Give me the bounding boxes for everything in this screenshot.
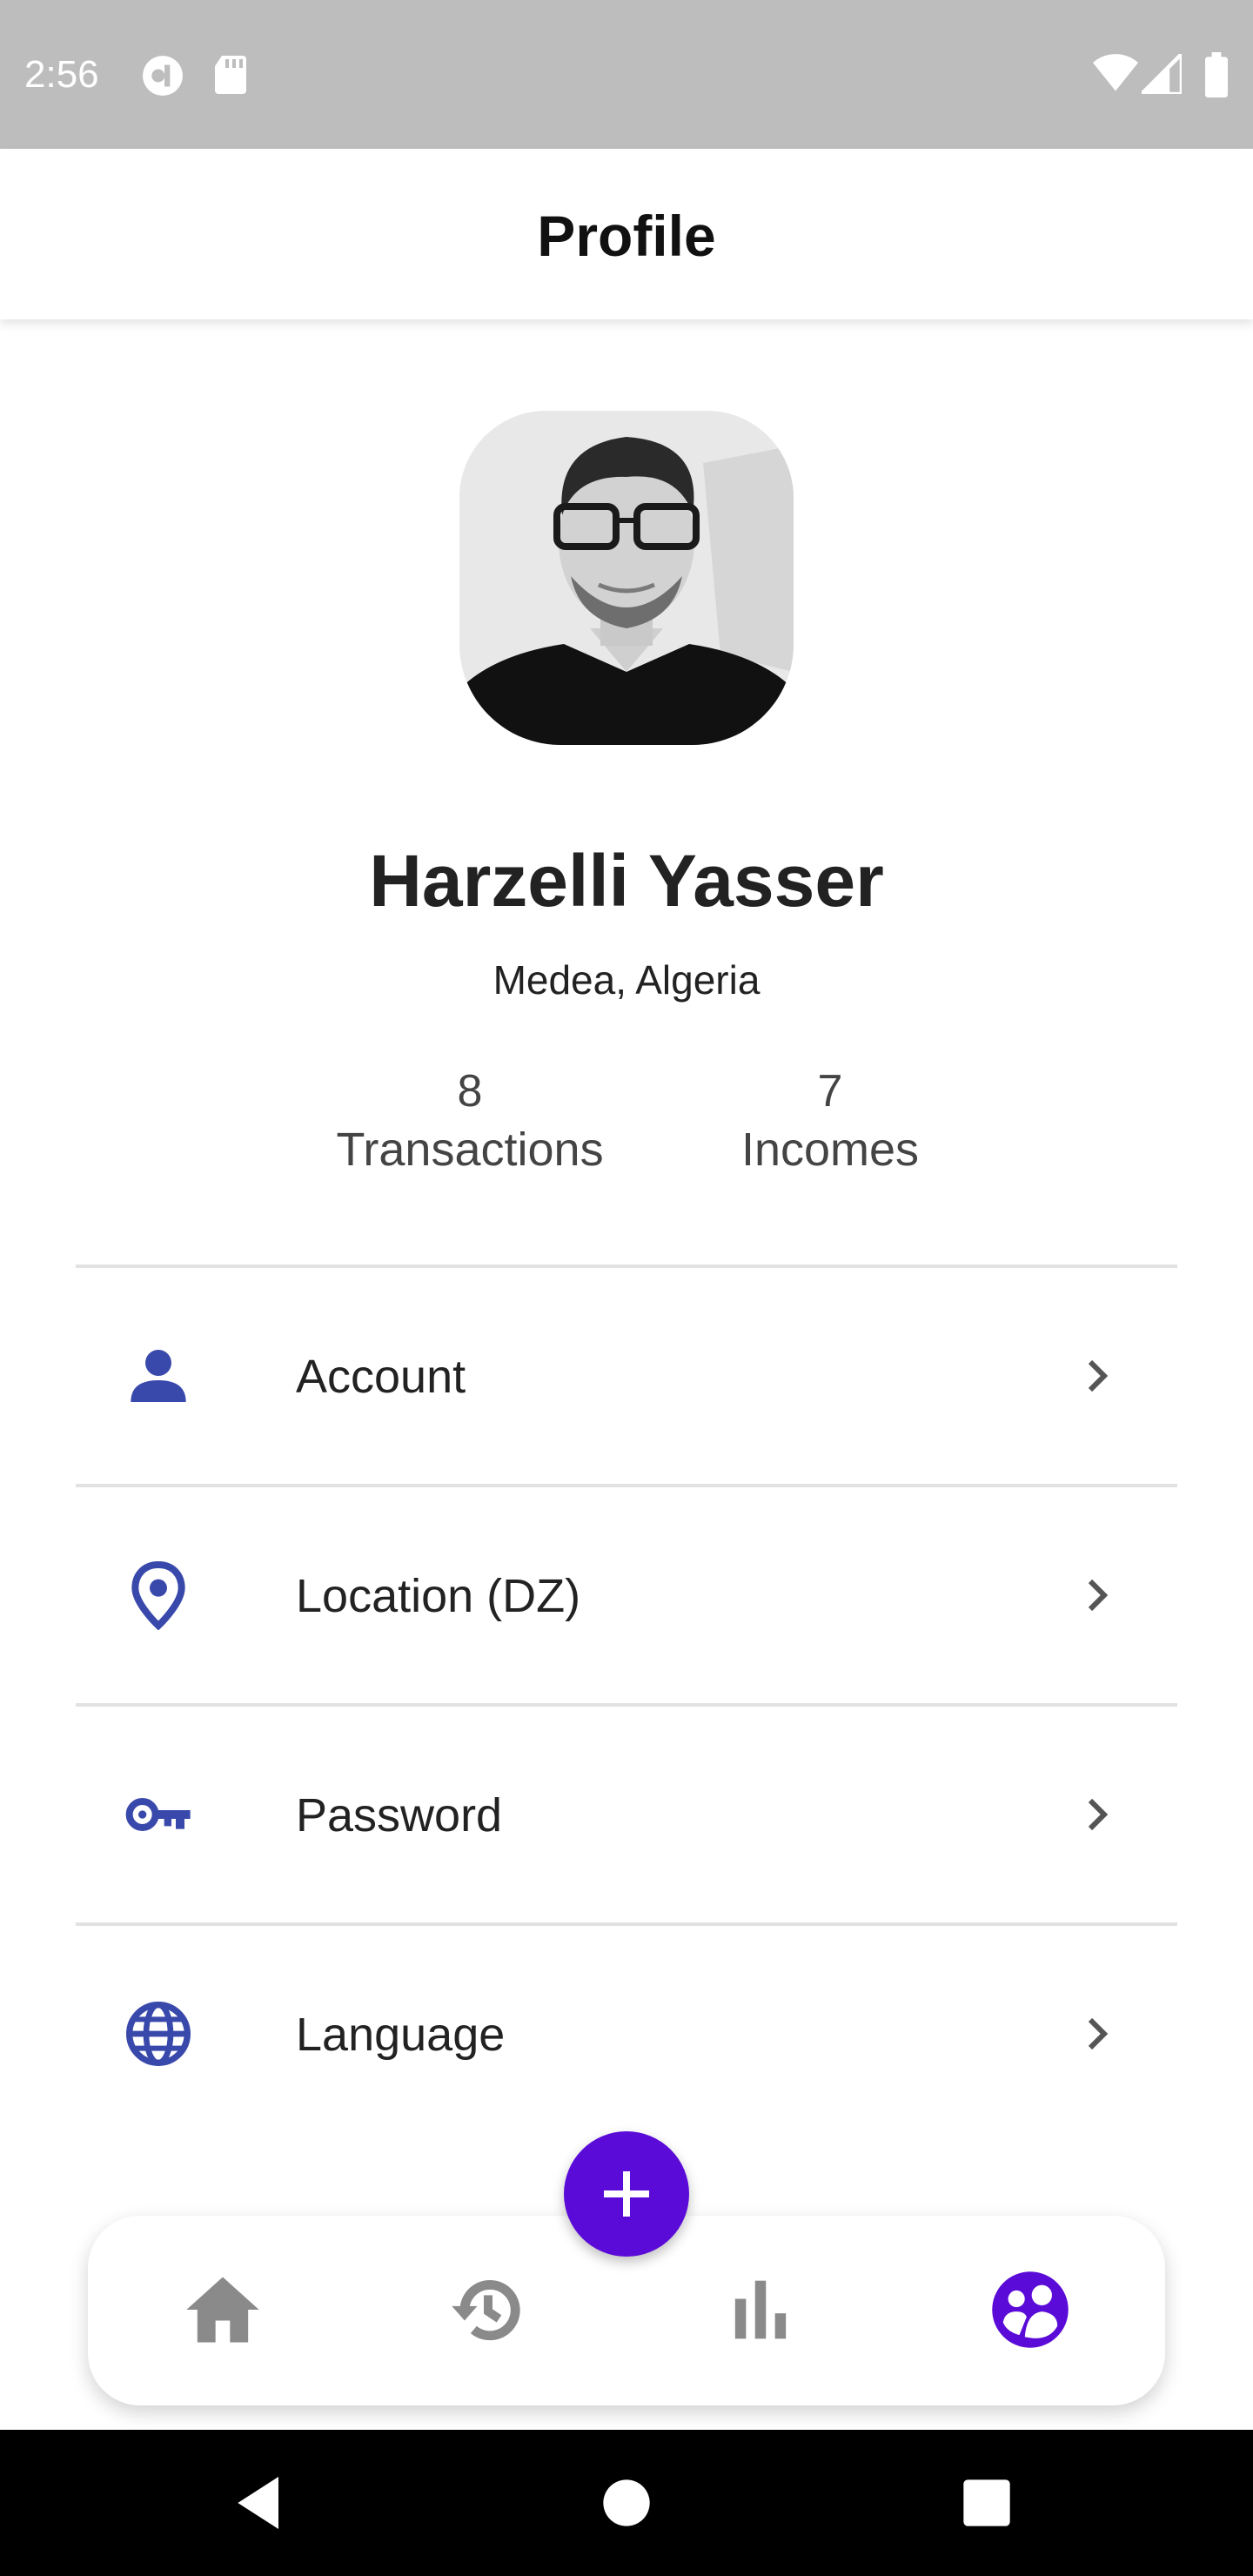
profile-name: Harzelli Yasser xyxy=(369,840,884,922)
notification-app-icon xyxy=(143,56,183,96)
menu-item-label: Password xyxy=(296,1789,503,1841)
status-bar: 2:56 xyxy=(0,0,1253,149)
back-icon[interactable] xyxy=(226,2468,296,2538)
plus-icon xyxy=(604,2171,649,2217)
home-icon xyxy=(186,2277,259,2343)
system-nav-bar xyxy=(0,2430,1253,2576)
sd-card-icon xyxy=(215,56,246,94)
stat-transactions[interactable]: 8 Transactions xyxy=(296,1063,644,1180)
menu-item-language[interactable]: Language xyxy=(76,1926,1177,2142)
profile-location: Medea, Algeria xyxy=(492,957,761,1003)
menu-item-account[interactable]: Account xyxy=(76,1268,1177,1484)
battery-icon xyxy=(1205,52,1228,97)
stat-value: 8 xyxy=(457,1066,483,1117)
nav-home[interactable] xyxy=(179,2266,266,2353)
history-icon xyxy=(452,2280,520,2341)
add-transaction-button[interactable] xyxy=(564,2131,689,2257)
menu-item-label: Language xyxy=(296,2009,506,2061)
stat-value: 7 xyxy=(817,1066,843,1117)
profile-photo xyxy=(459,411,794,745)
bar-chart-icon xyxy=(734,2280,787,2339)
chevron-right-icon xyxy=(1088,1359,1109,1392)
chevron-right-icon xyxy=(1088,1798,1109,1831)
nav-history[interactable] xyxy=(445,2266,532,2353)
stat-incomes[interactable]: 7 Incomes xyxy=(656,1063,1004,1180)
menu-item-label: Account xyxy=(296,1351,466,1403)
person-icon xyxy=(131,1350,186,1402)
chevron-right-icon xyxy=(1088,1579,1109,1612)
stat-label: Incomes xyxy=(740,1124,920,1176)
app-bar: Profile xyxy=(0,149,1253,319)
key-icon xyxy=(125,1798,191,1831)
nav-statistics[interactable] xyxy=(717,2266,804,2353)
page-title: Profile xyxy=(537,204,716,268)
chevron-right-icon xyxy=(1088,2017,1109,2050)
globe-icon xyxy=(126,2002,191,2066)
menu-item-password[interactable]: Password xyxy=(76,1707,1177,1922)
recents-icon[interactable] xyxy=(952,2468,1022,2538)
avatar[interactable] xyxy=(459,411,794,745)
nav-profile[interactable] xyxy=(987,2266,1074,2353)
wifi-icon xyxy=(1093,54,1138,91)
stat-label: Transactions xyxy=(336,1124,604,1176)
cellular-signal-icon xyxy=(1142,54,1182,94)
profile-icon xyxy=(992,2271,1069,2348)
location-pin-icon xyxy=(131,1560,185,1630)
home-circle-icon[interactable] xyxy=(592,2468,661,2538)
menu-item-label: Location (DZ) xyxy=(296,1570,581,1622)
status-time: 2:56 xyxy=(24,53,99,96)
menu-item-location[interactable]: Location (DZ) xyxy=(76,1487,1177,1703)
